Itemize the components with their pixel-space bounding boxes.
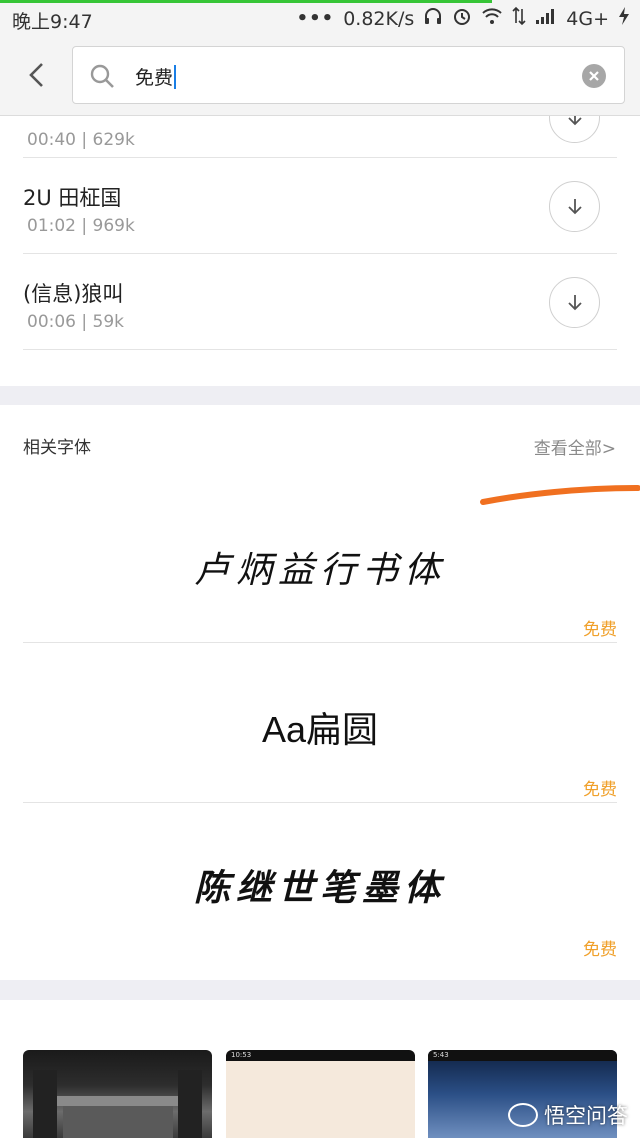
theme-thumbnail[interactable] <box>23 1050 212 1138</box>
sound-meta: 00:40 | 629k <box>27 130 135 150</box>
charging-icon <box>618 6 630 31</box>
status-icons: ••• 0.82K/s 4G+ <box>297 6 630 31</box>
free-badge: 免费 <box>583 620 617 640</box>
download-button[interactable] <box>549 277 600 328</box>
sound-result-list: 00:40 | 629k 2U 田柾国 01:02 | 969k (信息)狼叫 … <box>0 116 640 386</box>
alarm-icon <box>452 6 472 31</box>
chevron-left-icon <box>29 63 43 87</box>
theme-thumbnail[interactable]: 10:53 <box>226 1050 415 1138</box>
font-card[interactable]: Aa扁圆 免费 <box>23 643 617 803</box>
status-time: 晚上9:47 <box>12 11 93 33</box>
watermark: 悟空问答 <box>508 1100 628 1130</box>
search-value: 免费 <box>135 67 174 89</box>
wukong-logo-icon <box>508 1103 538 1127</box>
headphones-icon <box>423 6 443 31</box>
clear-icon <box>589 71 599 81</box>
download-icon <box>568 116 582 126</box>
section-title: 相关字体 <box>23 438 91 458</box>
search-icon <box>90 64 114 88</box>
font-card[interactable]: 陈继世笔墨体 免费 <box>23 803 617 963</box>
download-icon <box>568 295 582 311</box>
watermark-text: 悟空问答 <box>544 1104 628 1128</box>
search-input[interactable]: 免费 <box>72 46 625 104</box>
font-preview: 卢炳益行书体 <box>193 550 446 591</box>
network-type: 4G+ <box>566 7 609 30</box>
sound-title: 2U 田柾国 <box>23 186 122 210</box>
more-dots: ••• <box>296 8 335 29</box>
download-icon <box>568 199 582 215</box>
network-speed: 0.82K/s <box>343 7 415 30</box>
back-button[interactable] <box>22 60 52 90</box>
text-caret <box>174 65 177 89</box>
sound-meta: 00:06 | 59k <box>27 312 125 332</box>
signal-icon <box>535 7 557 30</box>
building-image <box>33 1070 202 1138</box>
orange-annotation-stroke <box>480 485 640 505</box>
sound-title: (信息)狼叫 <box>23 282 124 306</box>
wifi-icon <box>481 6 503 31</box>
list-item[interactable]: 2U 田柾国 01:02 | 969k <box>23 158 617 254</box>
font-preview: 陈继世笔墨体 <box>193 867 446 909</box>
thumb-status: 5:43 <box>428 1050 617 1061</box>
view-all-link[interactable]: 查看全部> <box>534 434 616 459</box>
data-transfer-icon <box>512 6 526 31</box>
download-button[interactable] <box>549 181 600 232</box>
loading-progress-bar <box>0 0 492 3</box>
list-item[interactable]: 00:40 | 629k <box>23 116 617 158</box>
search-header: 免费 <box>0 36 640 116</box>
free-badge: 免费 <box>583 940 617 960</box>
font-preview: Aa扁圆 <box>261 709 379 750</box>
free-badge: 免费 <box>583 780 617 800</box>
thumb-status: 10:53 <box>226 1050 415 1061</box>
thumbnail-row: 10:53 5:43 悟空问答 <box>0 1000 640 1138</box>
sound-meta: 01:02 | 969k <box>27 216 135 236</box>
section-divider <box>0 386 640 405</box>
download-button[interactable] <box>549 116 600 143</box>
status-bar: 晚上9:47 ••• 0.82K/s 4G+ <box>0 0 640 36</box>
section-divider <box>0 980 640 1000</box>
list-item[interactable]: (信息)狼叫 00:06 | 59k <box>23 254 617 350</box>
clear-button[interactable] <box>582 64 606 88</box>
